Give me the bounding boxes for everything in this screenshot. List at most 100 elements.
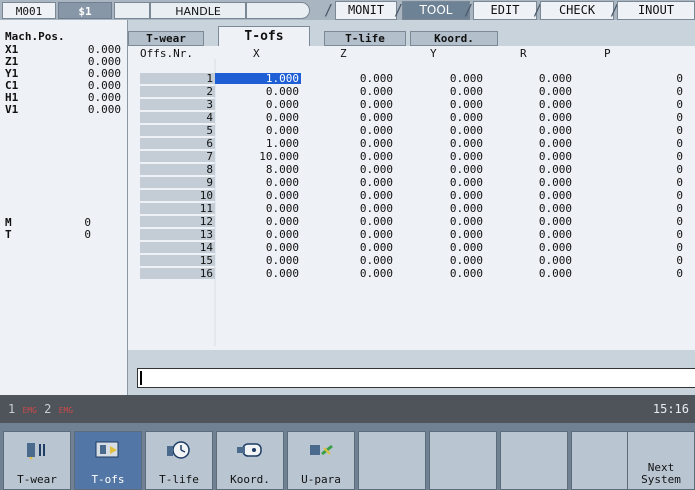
- softkey-next-system[interactable]: Next System: [627, 431, 695, 490]
- x-value[interactable]: 8.000: [215, 164, 301, 175]
- tab-koord[interactable]: Koord.: [410, 31, 498, 46]
- z-value[interactable]: 0.000: [304, 177, 393, 188]
- r-value[interactable]: 0.000: [483, 86, 572, 97]
- input-line[interactable]: [137, 368, 695, 388]
- z-value[interactable]: 0.000: [304, 99, 393, 110]
- z-value[interactable]: 0.000: [304, 242, 393, 253]
- p-value[interactable]: 0: [572, 138, 683, 149]
- r-value[interactable]: 0.000: [483, 268, 572, 279]
- r-value[interactable]: 0.000: [483, 177, 572, 188]
- r-value[interactable]: 0.000: [483, 125, 572, 136]
- z-value[interactable]: 0.000: [304, 138, 393, 149]
- y-value[interactable]: 0.000: [394, 216, 483, 227]
- y-value[interactable]: 0.000: [394, 229, 483, 240]
- softkey-t-ofs[interactable]: T-ofs: [74, 431, 142, 490]
- p-value[interactable]: 0: [572, 112, 683, 123]
- x-value[interactable]: 0.000: [215, 112, 301, 123]
- p-value[interactable]: 0: [572, 86, 683, 97]
- p-value[interactable]: 0: [572, 164, 683, 175]
- z-value[interactable]: 0.000: [304, 190, 393, 201]
- y-value[interactable]: 0.000: [394, 242, 483, 253]
- z-value[interactable]: 0.000: [304, 125, 393, 136]
- z-value[interactable]: 0.000: [304, 229, 393, 240]
- r-value[interactable]: 0.000: [483, 164, 572, 175]
- p-value[interactable]: 0: [572, 99, 683, 110]
- r-value[interactable]: 0.000: [483, 242, 572, 253]
- table-row[interactable]: 5 0.000 0.000 0.000 0.000 0: [140, 125, 687, 136]
- tab-t-life[interactable]: T-life: [324, 31, 406, 46]
- x-value[interactable]: 0.000: [215, 203, 301, 214]
- table-row[interactable]: 9 0.000 0.000 0.000 0.000 0: [140, 177, 687, 188]
- x-value[interactable]: 0.000: [215, 190, 301, 201]
- softkey-t-life[interactable]: T-life: [145, 431, 213, 490]
- table-row[interactable]: 11 0.000 0.000 0.000 0.000 0: [140, 203, 687, 214]
- table-row[interactable]: 14 0.000 0.000 0.000 0.000 0: [140, 242, 687, 253]
- table-row[interactable]: 1 1.000 0.000 0.000 0.000 0: [140, 73, 687, 84]
- p-value[interactable]: 0: [572, 242, 683, 253]
- z-value[interactable]: 0.000: [304, 112, 393, 123]
- r-value[interactable]: 0.000: [483, 73, 572, 84]
- y-value[interactable]: 0.000: [394, 151, 483, 162]
- p-value[interactable]: 0: [572, 190, 683, 201]
- y-value[interactable]: 0.000: [394, 255, 483, 266]
- x-value[interactable]: 1.000: [215, 138, 301, 149]
- table-row[interactable]: 12 0.000 0.000 0.000 0.000 0: [140, 216, 687, 227]
- softkey-t-wear[interactable]: T-wear: [3, 431, 71, 490]
- z-value[interactable]: 0.000: [304, 216, 393, 227]
- z-value[interactable]: 0.000: [304, 268, 393, 279]
- menu-inout[interactable]: INOUT: [617, 1, 695, 20]
- r-value[interactable]: 0.000: [483, 99, 572, 110]
- x-value[interactable]: 1.000: [215, 73, 301, 84]
- softkey-blank[interactable]: [358, 431, 426, 490]
- softkey-blank[interactable]: [429, 431, 497, 490]
- z-value[interactable]: 0.000: [304, 151, 393, 162]
- table-row[interactable]: 15 0.000 0.000 0.000 0.000 0: [140, 255, 687, 266]
- r-value[interactable]: 0.000: [483, 203, 572, 214]
- table-row[interactable]: 7 10.000 0.000 0.000 0.000 0: [140, 151, 687, 162]
- x-value[interactable]: 0.000: [215, 177, 301, 188]
- z-value[interactable]: 0.000: [304, 255, 393, 266]
- y-value[interactable]: 0.000: [394, 190, 483, 201]
- softkey-u-para[interactable]: U-para: [287, 431, 355, 490]
- softkey-koord[interactable]: Koord.: [216, 431, 284, 490]
- z-value[interactable]: 0.000: [304, 203, 393, 214]
- x-value[interactable]: 0.000: [215, 229, 301, 240]
- p-value[interactable]: 0: [572, 125, 683, 136]
- y-value[interactable]: 0.000: [394, 73, 483, 84]
- p-value[interactable]: 0: [572, 151, 683, 162]
- x-value[interactable]: 0.000: [215, 255, 301, 266]
- r-value[interactable]: 0.000: [483, 138, 572, 149]
- table-row[interactable]: 4 0.000 0.000 0.000 0.000 0: [140, 112, 687, 123]
- y-value[interactable]: 0.000: [394, 138, 483, 149]
- x-value[interactable]: 0.000: [215, 242, 301, 253]
- r-value[interactable]: 0.000: [483, 229, 572, 240]
- table-row[interactable]: 3 0.000 0.000 0.000 0.000 0: [140, 99, 687, 110]
- y-value[interactable]: 0.000: [394, 268, 483, 279]
- p-value[interactable]: 0: [572, 216, 683, 227]
- r-value[interactable]: 0.000: [483, 190, 572, 201]
- menu-edit[interactable]: EDIT: [473, 1, 537, 20]
- table-row[interactable]: 13 0.000 0.000 0.000 0.000 0: [140, 229, 687, 240]
- r-value[interactable]: 0.000: [483, 151, 572, 162]
- x-value[interactable]: 10.000: [215, 151, 301, 162]
- r-value[interactable]: 0.000: [483, 112, 572, 123]
- table-row[interactable]: 8 8.000 0.000 0.000 0.000 0: [140, 164, 687, 175]
- table-row[interactable]: 6 1.000 0.000 0.000 0.000 0: [140, 138, 687, 149]
- y-value[interactable]: 0.000: [394, 112, 483, 123]
- r-value[interactable]: 0.000: [483, 255, 572, 266]
- table-row[interactable]: 10 0.000 0.000 0.000 0.000 0: [140, 190, 687, 201]
- y-value[interactable]: 0.000: [394, 177, 483, 188]
- tab-t-ofs[interactable]: T-ofs: [218, 26, 310, 47]
- y-value[interactable]: 0.000: [394, 203, 483, 214]
- p-value[interactable]: 0: [572, 73, 683, 84]
- r-value[interactable]: 0.000: [483, 216, 572, 227]
- y-value[interactable]: 0.000: [394, 99, 483, 110]
- tab-t-wear[interactable]: T-wear: [128, 31, 204, 46]
- y-value[interactable]: 0.000: [394, 164, 483, 175]
- menu-check[interactable]: CHECK: [540, 1, 614, 20]
- z-value[interactable]: 0.000: [304, 73, 393, 84]
- y-value[interactable]: 0.000: [394, 125, 483, 136]
- y-value[interactable]: 0.000: [394, 86, 483, 97]
- x-value[interactable]: 0.000: [215, 216, 301, 227]
- p-value[interactable]: 0: [572, 268, 683, 279]
